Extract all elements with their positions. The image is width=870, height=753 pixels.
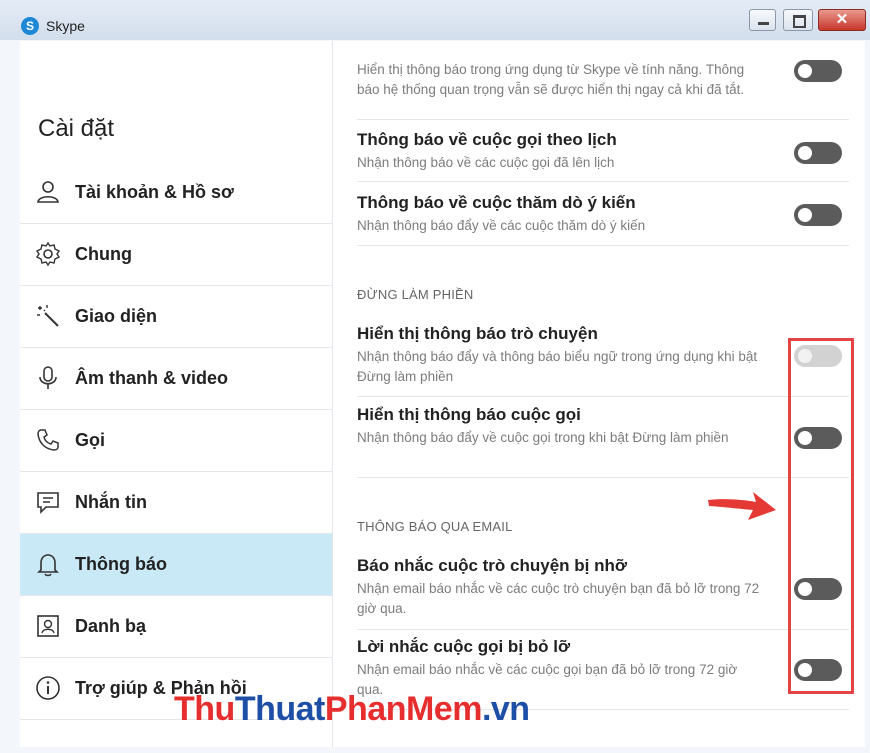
setting-description: Hiển thị thông báo trong ứng dụng từ Sky… — [357, 62, 745, 97]
title-bar: S Skype ✕ — [0, 0, 870, 40]
settings-sidebar: Cài đặt Tài khoản & Hồ sơ Chung Giao diệ… — [20, 41, 333, 747]
setting-title: Báo nhắc cuộc trò chuyện bị nhỡ — [357, 556, 627, 575]
setting-description: Nhận thông báo đẩy và thông báo biểu ngữ… — [357, 349, 758, 384]
skype-window: S Skype ✕ Cài đặt Tài khoản & Hồ sơ Chun… — [0, 0, 870, 753]
section-header-email: THÔNG BÁO QUA EMAIL — [357, 519, 513, 534]
toggle-polls[interactable] — [794, 204, 842, 226]
row-skype-in-app: Hiển thị thông báo trong ứng dụng từ Sky… — [357, 57, 849, 120]
bell-icon — [37, 554, 59, 577]
person-icon — [37, 181, 59, 203]
row-call-notifications: Hiển thị thông báo cuộc gọi Nhận thông b… — [357, 405, 849, 478]
magic-wand-icon — [37, 305, 59, 327]
toggle-scheduled-calls[interactable] — [794, 142, 842, 164]
nav-contacts[interactable]: Danh bạ — [20, 596, 332, 658]
nav-calling[interactable]: Gọi — [20, 410, 332, 472]
row-chat-notifications: Hiển thị thông báo trò chuyện Nhận thông… — [357, 324, 849, 397]
microphone-icon — [39, 366, 57, 389]
nav-messaging[interactable]: Nhắn tin — [20, 472, 332, 534]
setting-title: Hiển thị thông báo cuộc gọi — [357, 405, 581, 424]
close-icon: ✕ — [835, 11, 849, 28]
nav-appearance[interactable]: Giao diện — [20, 286, 332, 348]
setting-description: Nhận thông báo đẩy về cuộc gọi trong khi… — [357, 430, 729, 445]
gear-icon — [35, 241, 61, 267]
info-icon — [36, 676, 60, 700]
window-title: Skype — [46, 18, 85, 34]
watermark-logo: ThuThuatPhanMem.vn — [174, 690, 530, 728]
nav-label: Danh bạ — [75, 616, 147, 636]
setting-description: Nhận thông báo về các cuộc gọi đã lên lị… — [357, 155, 615, 170]
highlight-box — [788, 338, 854, 694]
setting-description: Nhận thông báo đẩy về các cuộc thăm dò ý… — [357, 218, 646, 233]
row-missed-chat: Báo nhắc cuộc trò chuyện bị nhỡ Nhận ema… — [357, 556, 849, 630]
maximize-button[interactable] — [783, 9, 813, 31]
chat-icon — [37, 492, 59, 514]
skype-logo-icon: S — [21, 17, 39, 35]
close-button[interactable]: ✕ — [818, 9, 866, 31]
row-polls: Thông báo về cuộc thăm dò ý kiến Nhận th… — [357, 193, 849, 246]
red-arrow-icon — [708, 492, 776, 520]
nav-label: Nhắn tin — [75, 492, 147, 512]
nav-label: Chung — [75, 244, 132, 264]
maximize-icon — [784, 10, 812, 30]
setting-title: Thông báo về cuộc gọi theo lịch — [357, 130, 617, 149]
nav-label: Giao diện — [75, 306, 158, 326]
toggle-skype-in-app[interactable] — [794, 60, 842, 82]
nav-label: Tài khoản & Hồ sơ — [75, 182, 234, 202]
notifications-content: Hiển thị thông báo trong ứng dụng từ Sky… — [333, 41, 865, 747]
setting-description: Nhận email báo nhắc về các cuộc trò chuy… — [357, 581, 760, 616]
nav-label: Thông báo — [75, 554, 167, 574]
setting-title: Thông báo về cuộc thăm dò ý kiến — [357, 193, 636, 212]
phone-icon — [37, 429, 59, 451]
setting-title: Hiển thị thông báo trò chuyện — [357, 324, 598, 343]
nav-audio-video[interactable]: Âm thanh & video — [20, 348, 332, 410]
nav-label: Gọi — [75, 430, 105, 450]
section-header-dnd: ĐỪNG LÀM PHIỀN — [357, 287, 474, 302]
contacts-icon — [37, 615, 59, 637]
nav-account-profile[interactable]: Tài khoản & Hồ sơ — [20, 162, 332, 224]
row-scheduled-calls: Thông báo về cuộc gọi theo lịch Nhận thô… — [357, 130, 849, 182]
settings-title: Cài đặt — [38, 115, 115, 142]
minimize-button[interactable] — [749, 9, 776, 31]
nav-notifications[interactable]: Thông báo — [20, 534, 332, 596]
nav-general[interactable]: Chung — [20, 224, 332, 286]
nav-label: Âm thanh & video — [75, 368, 229, 388]
minimize-icon — [750, 10, 775, 30]
setting-title: Lời nhắc cuộc gọi bị bỏ lỡ — [357, 637, 571, 656]
